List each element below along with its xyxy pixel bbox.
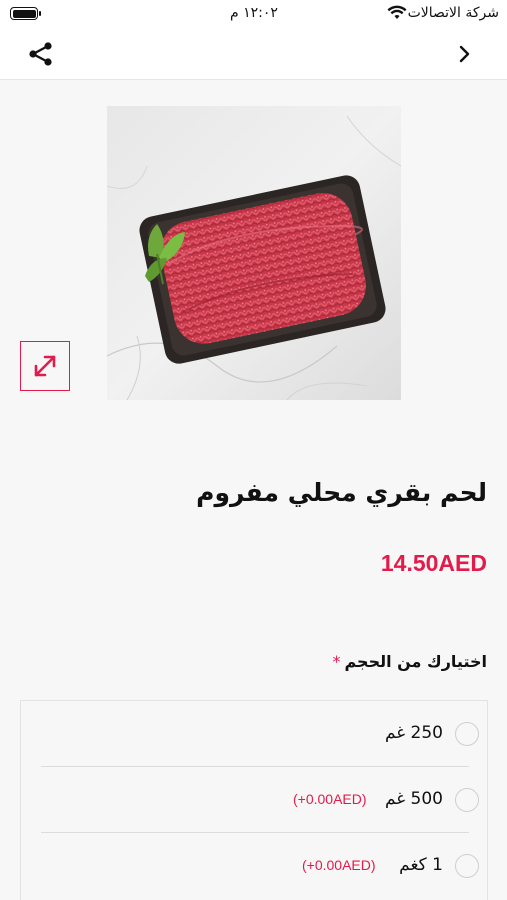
wifi-icon	[387, 5, 407, 19]
size-option-extra-price: (+0.00AED)	[302, 857, 376, 873]
status-bar: ١٢:٠٢ م شركة الاتصالات	[0, 0, 507, 30]
expand-arrows-icon	[34, 355, 56, 377]
product-title: لحم بقري محلي مفروم	[196, 478, 487, 507]
battery-icon	[10, 7, 41, 20]
required-mark: *	[332, 652, 341, 671]
share-icon[interactable]	[27, 40, 55, 68]
size-option-label: 1 كغم	[399, 855, 443, 875]
size-section-label: اختيارك من الحجم*	[87, 652, 487, 671]
status-time: ١٢:٠٢ م	[230, 5, 278, 21]
top-nav-bar	[0, 30, 507, 80]
back-chevron-icon[interactable]	[456, 42, 474, 66]
carrier-name: شركة الاتصالات	[407, 5, 499, 21]
size-option-250g[interactable]: 250 غم	[41, 701, 479, 767]
radio-button[interactable]	[455, 722, 479, 746]
size-option-label: 500 غم	[384, 789, 443, 809]
product-price: 14.50AED	[380, 550, 487, 576]
radio-button[interactable]	[455, 788, 479, 812]
size-section-title: اختيارك من الحجم	[344, 652, 487, 671]
radio-button[interactable]	[455, 854, 479, 878]
expand-image-button[interactable]	[20, 341, 70, 391]
size-option-1kg[interactable]: 1 كغم (+0.00AED)	[41, 833, 479, 899]
size-option-extra-price: (+0.00AED)	[293, 791, 367, 807]
size-options-list: 250 غم 500 غم (+0.00AED) 1 كغم (+0.00AED…	[20, 700, 488, 900]
size-option-label: 250 غم	[384, 723, 443, 743]
product-image[interactable]	[107, 106, 401, 400]
size-option-500g[interactable]: 500 غم (+0.00AED)	[41, 767, 479, 833]
